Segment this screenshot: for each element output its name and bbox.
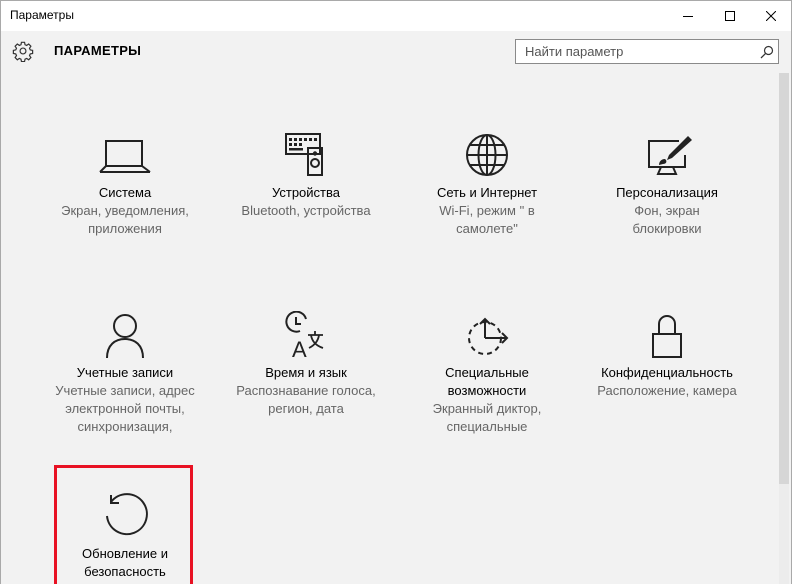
maximize-icon [725, 11, 735, 21]
globe-icon [466, 134, 508, 176]
tile-devices[interactable]: Устройства Bluetooth, устройства [216, 131, 396, 241]
search-icon[interactable] [760, 45, 774, 59]
keyboard-speaker-icon [285, 133, 323, 176]
tile-description: Расположение, камера [597, 383, 737, 398]
tile-description: приложения [88, 221, 162, 236]
tile-description: Bluetooth, устройства [241, 203, 371, 218]
tile-privacy[interactable]: Конфиденциальность Расположение, камера [577, 311, 757, 421]
scrollbar-track[interactable] [779, 484, 789, 584]
tile-label: Специальные [445, 365, 529, 380]
tile-description: Распознавание голоса, [236, 383, 376, 398]
title-bar[interactable]: Параметры [1, 1, 791, 31]
tile-system[interactable]: Система Экран, уведомления, приложения [35, 131, 215, 241]
tile-description: синхронизация, [77, 419, 173, 434]
tile-description: Учетные записи, адрес [55, 383, 195, 398]
maximize-button[interactable] [707, 1, 753, 31]
search-input[interactable] [516, 40, 760, 63]
svg-text:A: A [292, 337, 307, 362]
ease-of-access-icon [468, 317, 509, 355]
settings-header: ПАРАМЕТРЫ [1, 31, 791, 73]
window-title: Параметры [10, 8, 74, 22]
search-box[interactable] [515, 39, 779, 64]
clock-language-icon: A [285, 311, 324, 362]
tile-description: специальные [446, 419, 528, 434]
tile-label: Время и язык [265, 365, 347, 380]
tile-description: Wi-Fi, режим " в [439, 203, 535, 218]
tile-ease-of-access[interactable]: Специальные возможности Экранный диктор,… [397, 311, 577, 441]
tile-description: самолете" [456, 221, 518, 236]
scrollbar[interactable] [779, 73, 789, 484]
tile-label: Сеть и Интернет [436, 185, 538, 200]
tile-description: электронной почты, [65, 401, 185, 416]
settings-window: Параметры ПАРАМЕТРЫ Найти параметр Систе… [0, 0, 792, 584]
tile-description: блокировки [632, 221, 702, 236]
close-button[interactable] [748, 1, 791, 31]
tile-description: регион, дата [268, 401, 344, 416]
paint-screen-icon [648, 136, 692, 175]
tile-label: возможности [447, 383, 527, 398]
tile-description: Фон, экран [634, 203, 700, 218]
minimize-icon [683, 16, 693, 17]
tile-network[interactable]: Сеть и Интернет Wi-Fi, режим " в самолет… [397, 131, 577, 241]
close-icon [766, 11, 776, 21]
tile-time-language[interactable]: A Время и язык Распознавание голоса, рег… [216, 311, 396, 421]
tile-label: Система [98, 185, 152, 200]
gear-icon [12, 41, 34, 62]
tile-label: Учетные записи [76, 365, 174, 380]
tile-label: Персонализация [616, 185, 718, 200]
page-title: ПАРАМЕТРЫ [54, 43, 142, 58]
lock-icon [652, 315, 682, 358]
highlight-box [54, 465, 193, 584]
tile-description: Экранный диктор, [432, 401, 542, 416]
person-icon [106, 314, 144, 359]
tile-description: Экран, уведомления, [61, 203, 189, 218]
minimize-button[interactable] [665, 1, 711, 31]
tile-label: Конфиденциальность [601, 365, 733, 380]
laptop-icon [99, 140, 151, 173]
tile-accounts[interactable]: Учетные записи Учетные записи, адрес эле… [35, 311, 215, 441]
tile-label: Устройства [271, 185, 340, 200]
tile-personalization[interactable]: Персонализация Фон, экран блокировки [577, 131, 757, 241]
